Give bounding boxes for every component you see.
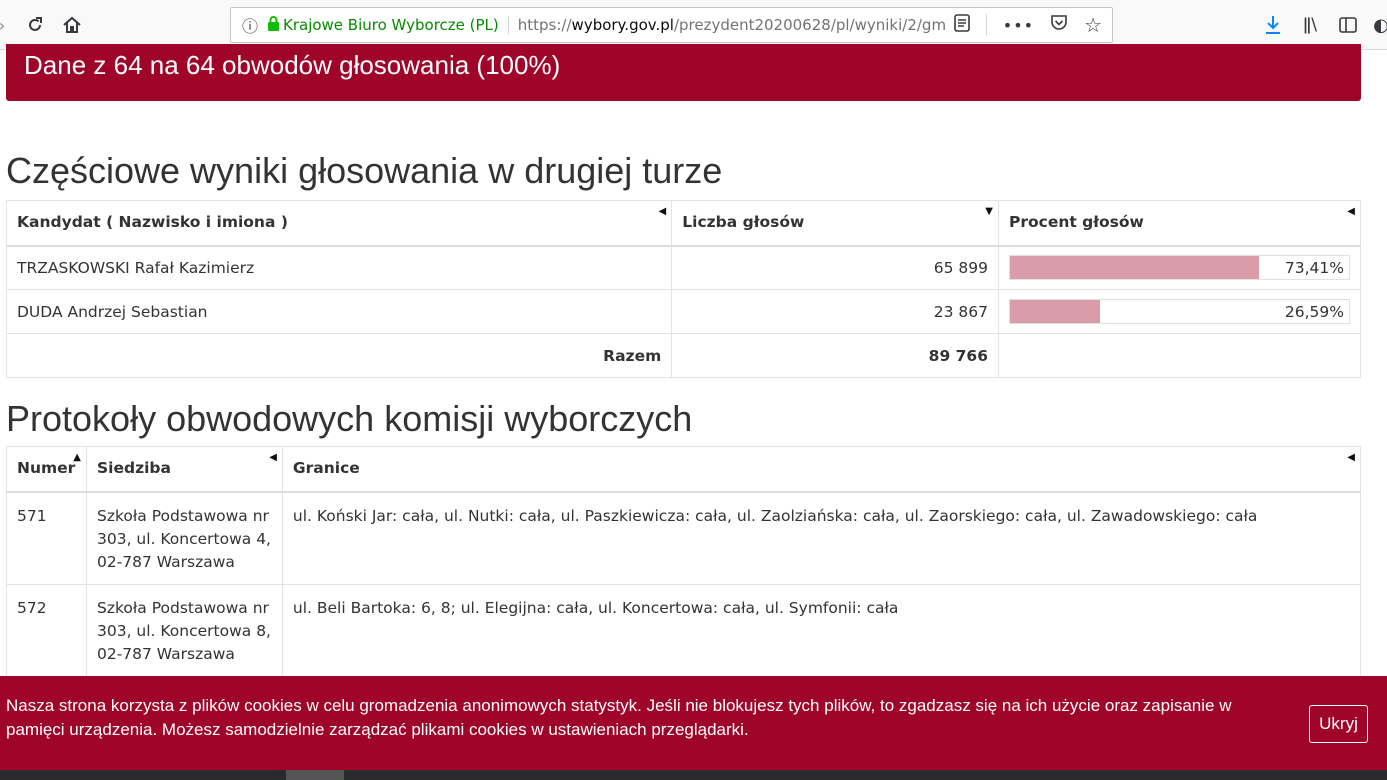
url-tools: ••• ☆	[953, 8, 1102, 42]
candidate-name: DUDA Andrzej Sebastian	[5, 289, 673, 334]
sort-left-icon[interactable]: ◀	[1347, 206, 1355, 217]
info-icon[interactable]: ⓘ	[237, 13, 263, 37]
percent-bar-fill	[1009, 256, 1259, 280]
url-text[interactable]: https://wybory.gov.pl/prezydent20200628/…	[509, 16, 959, 34]
protocols-table: Numer ▲ Siedziba ◀ Granice ◀ 571 Szkoła Pod…	[6, 446, 1362, 677]
sidebar-icon[interactable]	[1337, 12, 1359, 38]
forward-icon[interactable]: ›	[0, 12, 10, 38]
account-icon[interactable]: ◐	[1373, 12, 1387, 38]
protocols-heading: Protokoły obwodowych komisji wyborczych	[6, 398, 693, 439]
column-header-number[interactable]: Numer ▲	[6, 446, 87, 492]
column-header-candidate[interactable]: Kandydat ( Nazwisko i imiona ) ◀	[5, 200, 673, 246]
sort-left-icon[interactable]: ◀	[269, 452, 277, 463]
sort-left-icon[interactable]: ◀	[1347, 452, 1355, 463]
hide-cookie-button[interactable]: Ukryj	[1309, 705, 1368, 743]
total-label: Razem	[5, 333, 673, 378]
sort-up-icon[interactable]: ▲	[73, 452, 81, 463]
percent-cell: 26,59%	[997, 289, 1362, 334]
reload-icon[interactable]	[22, 12, 48, 38]
site-identity[interactable]: Krajowe Biuro Wyborcze (PL)	[283, 16, 509, 34]
home-icon[interactable]	[58, 12, 86, 38]
data-status-text: Dane z 64 na 64 obwodów głosowania (100%…	[24, 50, 561, 80]
browser-toolbar: › ⓘ Krajowe Biuro Wyborcze (PL) https://…	[0, 0, 1387, 50]
column-header-bounds[interactable]: Granice ◀	[281, 446, 1362, 492]
district-seat: Szkoła Podstawowa nr 303, ul. Koncertowa…	[85, 583, 283, 677]
percent-label: 26,59%	[1284, 303, 1344, 321]
sort-left-icon[interactable]: ◀	[659, 206, 667, 217]
lock-icon	[263, 15, 283, 35]
total-votes: 89 766	[671, 333, 999, 378]
column-header-percent[interactable]: Procent głosów ◀	[997, 200, 1362, 246]
table-row: TRZASKOWSKI Rafał Kazimierz 65 899 73,41…	[5, 245, 1362, 290]
cookie-text: Nasza strona korzysta z plików cookies w…	[6, 696, 1232, 739]
url-separator	[985, 14, 987, 36]
percent-bar-fill	[1009, 300, 1101, 323]
vote-count: 23 867	[671, 289, 999, 334]
sort-down-icon[interactable]: ▼	[985, 206, 993, 217]
district-bounds: ul. Koński Jar: cała, ul. Nutki: cała, u…	[281, 491, 1362, 585]
cookie-banner: Nasza strona korzysta z plików cookies w…	[0, 676, 1387, 770]
pocket-icon[interactable]	[1050, 14, 1068, 36]
total-row: Razem 89 766	[5, 333, 1362, 378]
column-header-votes[interactable]: Liczba głosów ▼	[671, 200, 999, 246]
district-seat: Szkoła Podstawowa nr 303, ul. Koncertowa…	[85, 491, 283, 585]
more-icon[interactable]: •••	[1003, 16, 1034, 35]
percent-bar: 26,59%	[1008, 299, 1350, 324]
district-bounds: ul. Beli Bartoka: 6, 8; ul. Elegijna: ca…	[281, 583, 1362, 677]
empty-cell	[997, 333, 1362, 378]
table-row: DUDA Andrzej Sebastian 23 867 26,59%	[5, 289, 1362, 334]
percent-label: 73,41%	[1284, 259, 1344, 278]
bookmark-star-icon[interactable]: ☆	[1084, 13, 1102, 37]
data-status-bar: Dane z 64 na 64 obwodów głosowania (100%…	[6, 44, 1361, 101]
results-heading: Częściowe wyniki głosowania w drugiej tu…	[6, 150, 723, 191]
reader-view-icon[interactable]	[953, 13, 970, 37]
taskbar-strip	[0, 770, 1387, 780]
results-table: Kandydat ( Nazwisko i imiona ) ◀ Liczba g…	[5, 200, 1362, 378]
column-header-seat[interactable]: Siedziba ◀	[85, 446, 283, 492]
district-number[interactable]: 571	[6, 491, 87, 585]
vote-count: 65 899	[671, 245, 999, 290]
library-icon[interactable]: ǁ\	[1298, 12, 1322, 38]
taskbar-item[interactable]	[286, 770, 344, 780]
candidate-name: TRZASKOWSKI Rafał Kazimierz	[5, 245, 673, 290]
percent-bar: 73,41%	[1008, 255, 1350, 281]
district-number[interactable]: 572	[6, 583, 87, 677]
percent-cell: 73,41%	[997, 245, 1362, 290]
table-row: 571 Szkoła Podstawowa nr 303, ul. Koncer…	[6, 491, 1362, 585]
url-bar[interactable]: ⓘ Krajowe Biuro Wyborcze (PL) https://wy…	[230, 7, 1113, 43]
download-icon[interactable]	[1262, 12, 1284, 38]
table-row: 572 Szkoła Podstawowa nr 303, ul. Koncer…	[6, 583, 1362, 677]
